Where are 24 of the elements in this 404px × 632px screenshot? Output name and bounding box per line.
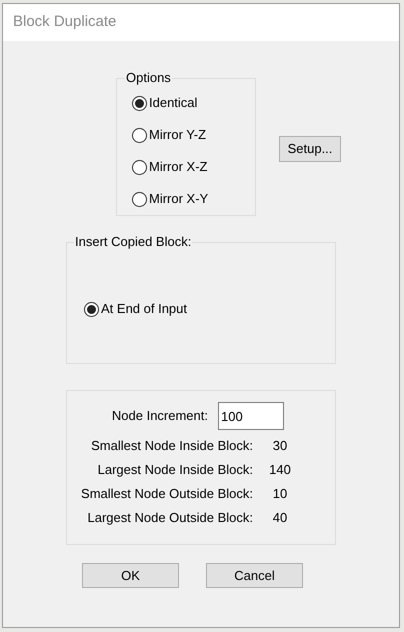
radio-button[interactable] (132, 160, 147, 174)
info-value: 40 (272, 509, 288, 528)
radio-label[interactable]: Mirror X-Y (149, 189, 208, 209)
window-title: Block Duplicate (13, 12, 116, 32)
setup-button[interactable]: Setup... (279, 136, 341, 162)
radio-label[interactable]: Mirror Y-Z (149, 125, 206, 145)
radio-button[interactable] (132, 96, 147, 110)
radio-button[interactable] (84, 302, 99, 316)
info-value: 10 (272, 485, 288, 504)
info-label: Largest Node Inside Block: (96, 461, 253, 480)
info-label: Largest Node Outside Block: (86, 509, 253, 528)
radio-label[interactable]: At End of Input (101, 299, 188, 319)
info-label: Smallest Node Outside Block: (80, 485, 253, 504)
radio-label[interactable]: Mirror X-Z (149, 157, 208, 177)
radio-button[interactable] (132, 192, 147, 206)
info-value: 140 (268, 461, 292, 480)
field-label: Node Increment: (110, 407, 208, 426)
info-value: 30 (272, 437, 288, 456)
dialog-button[interactable]: OK (82, 563, 179, 588)
info-label: Smallest Node Inside Block: (90, 437, 253, 456)
dialog-button[interactable]: Cancel (206, 563, 303, 588)
radio-label[interactable]: Identical (149, 93, 198, 113)
radio-button[interactable] (132, 128, 147, 142)
input-field[interactable]: 100 (218, 402, 284, 430)
